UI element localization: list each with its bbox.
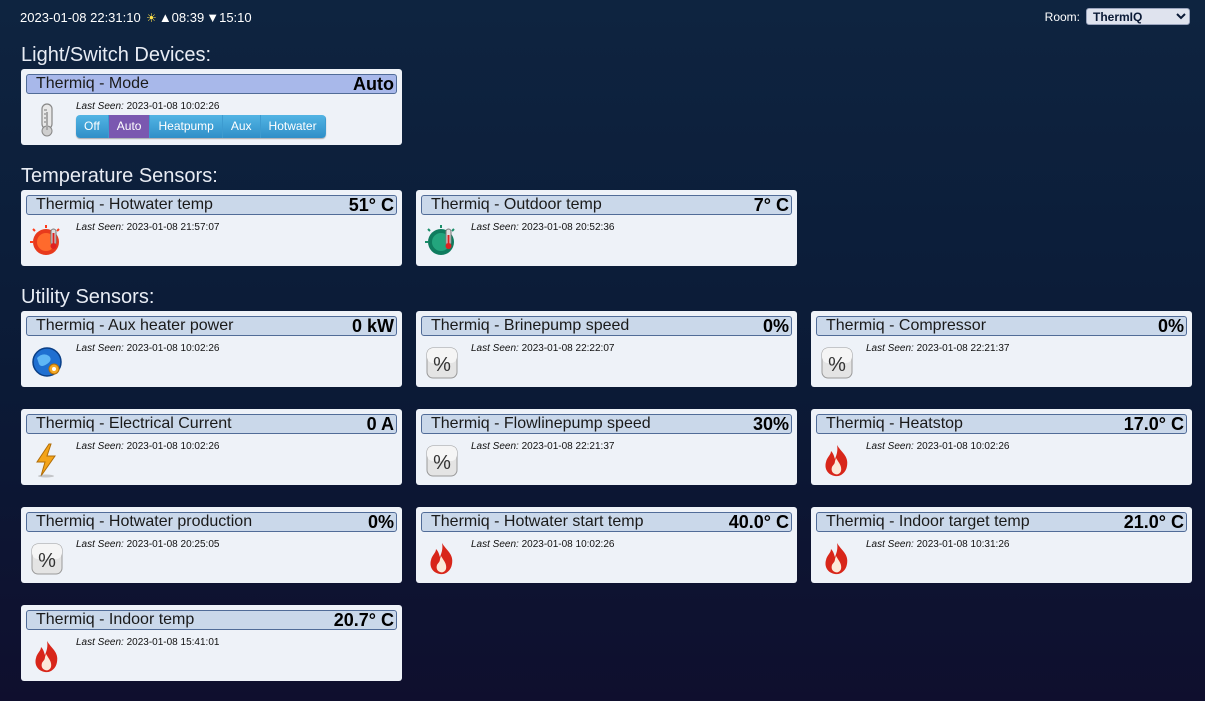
flame-icon <box>825 543 848 575</box>
sensor-card: Thermiq - Hotwater production 0%% Last See… <box>21 507 402 583</box>
room-select[interactable]: ThermIQ <box>1086 8 1190 25</box>
card-header: Thermiq - Electrical Current 0 A <box>26 414 397 434</box>
card-header: Thermiq - Hotwater start temp 40.0° C <box>421 512 792 532</box>
sensor-value: 51° C <box>348 194 394 215</box>
last-seen: Last Seen: 2023-01-08 20:25:05 <box>76 539 220 550</box>
last-seen: Last Seen: 2023-01-08 20:52:36 <box>471 222 615 233</box>
status-bar: 2023-01-08 22:31:10 ☀ ▲08:39 ▼15:10 <box>20 10 252 25</box>
last-seen: Last Seen: 2023-01-08 10:02:26 <box>76 441 220 452</box>
last-seen: Last Seen: 2023-01-08 15:41:01 <box>76 637 220 648</box>
flame-icon <box>35 641 58 673</box>
sensor-value: 0 kW <box>351 315 394 336</box>
room-selector: Room: ThermIQ <box>1045 8 1190 25</box>
sensor-card: Thermiq - Heatstop 17.0° C Last Seen: 2023… <box>811 409 1192 485</box>
last-seen: Last Seen: 2023-01-08 10:02:26 <box>76 101 220 112</box>
svg-text:%: % <box>38 550 56 572</box>
sensor-value: 20.7° C <box>333 609 394 630</box>
card-header: Thermiq - Flowlinepump speed 30% <box>421 414 792 434</box>
mode-button-group: Off Auto Heatpump Aux Hotwater <box>76 115 326 138</box>
sensor-name: Thermiq - Indoor temp <box>36 611 195 628</box>
flame-icon <box>430 543 453 575</box>
sensor-name: Thermiq - Outdoor temp <box>431 196 602 213</box>
room-label: Room: <box>1044 9 1080 24</box>
svg-text:%: % <box>433 354 451 376</box>
mode-off-button[interactable]: Off <box>76 115 109 138</box>
sensor-name: Thermiq - Hotwater production <box>36 513 253 530</box>
sun-icon: ☀ <box>142 10 157 25</box>
last-seen: Last Seen: 2023-01-08 21:57:07 <box>76 222 220 233</box>
svg-text:%: % <box>433 452 451 474</box>
cold-temp-icon <box>425 225 455 255</box>
sensor-value: 21.0° C <box>1123 511 1184 532</box>
globe-icon <box>32 347 62 377</box>
mode-aux-button[interactable]: Aux <box>222 115 261 138</box>
sensor-value: 40.0° C <box>728 511 789 532</box>
section-title-utility: Utility Sensors: <box>21 286 155 308</box>
card-header: Thermiq - Hotwater production 0% <box>26 512 397 532</box>
card-header: Thermiq - Mode Auto <box>26 74 397 94</box>
sunrise-time: ▲08:39 <box>158 10 205 25</box>
sensor-name: Thermiq - Hotwater start temp <box>431 513 644 530</box>
device-value: Auto <box>353 73 394 94</box>
card-header: Thermiq - Heatstop 17.0° C <box>816 414 1187 434</box>
card-header: Thermiq - Compressor 0% <box>816 316 1187 336</box>
sensor-card: Thermiq - Aux heater power 0 kW Last Seen:… <box>21 311 402 387</box>
percent-icon: % <box>31 543 63 575</box>
sensor-name: Thermiq - Aux heater power <box>36 317 234 334</box>
sensor-card: Thermiq - Hotwater start temp 40.0° C Last… <box>416 507 797 583</box>
current-datetime: 2023-01-08 22:31:10 <box>20 10 141 25</box>
last-seen: Last Seen: 2023-01-08 22:21:37 <box>471 441 615 452</box>
last-seen: Last Seen: 2023-01-08 10:02:26 <box>76 343 220 354</box>
card-header: Thermiq - Outdoor temp 7° C <box>421 195 792 215</box>
sensor-value: 0% <box>367 511 394 532</box>
device-card-mode: Thermiq - Mode Auto Last Seen: 2023-01-0… <box>21 69 402 145</box>
sensor-card: Thermiq - Brinepump speed 0%% Last Seen: 2… <box>416 311 797 387</box>
card-header: Thermiq - Indoor target temp 21.0° C <box>816 512 1187 532</box>
card-header: Thermiq - Hotwater temp 51° C <box>26 195 397 215</box>
sensor-name: Thermiq - Hotwater temp <box>36 196 213 213</box>
sensor-value: 17.0° C <box>1123 413 1184 434</box>
sensor-name: Thermiq - Indoor target temp <box>826 513 1030 530</box>
mode-auto-button[interactable]: Auto <box>108 115 151 138</box>
sensor-card: Thermiq - Compressor 0%% Last Seen: 2023-0… <box>811 311 1192 387</box>
thermometer-icon <box>41 103 53 137</box>
sensor-value: 7° C <box>753 194 789 215</box>
sensor-card: Thermiq - Indoor temp 20.7° C Last Seen: 2… <box>21 605 402 681</box>
last-seen: Last Seen: 2023-01-08 10:02:26 <box>471 539 615 550</box>
sensor-name: Thermiq - Brinepump speed <box>431 317 630 334</box>
section-title-light: Light/Switch Devices: <box>21 44 212 66</box>
last-seen: Last Seen: 2023-01-08 10:02:26 <box>866 441 1010 452</box>
sensor-value: 0 A <box>366 413 394 434</box>
sensor-name: Thermiq - Heatstop <box>826 415 963 432</box>
sensor-name: Thermiq - Electrical Current <box>36 415 232 432</box>
mode-heatpump-button[interactable]: Heatpump <box>150 115 223 138</box>
last-seen: Last Seen: 2023-01-08 22:22:07 <box>471 343 615 354</box>
last-seen: Last Seen: 2023-01-08 22:21:37 <box>866 343 1010 354</box>
percent-icon: % <box>821 347 853 379</box>
sensor-name: Thermiq - Flowlinepump speed <box>431 415 651 432</box>
percent-icon: % <box>426 445 458 477</box>
lightning-icon <box>36 443 56 478</box>
svg-text:%: % <box>828 354 846 376</box>
device-name: Thermiq - Mode <box>36 75 149 92</box>
card-header: Thermiq - Indoor temp 20.7° C <box>26 610 397 630</box>
sensor-value: 0% <box>762 315 789 336</box>
sensor-value: 0% <box>1157 315 1184 336</box>
sensor-card: Thermiq - Indoor target temp 21.0° C Last … <box>811 507 1192 583</box>
flame-icon <box>825 445 848 477</box>
sensor-card: Thermiq - Hotwater temp 51° C Last Seen:… <box>21 190 402 266</box>
section-title-temperature: Temperature Sensors: <box>21 165 218 187</box>
sensor-card: Thermiq - Electrical Current 0 A Last Seen… <box>21 409 402 485</box>
percent-icon: % <box>426 347 458 379</box>
sensor-card: Thermiq - Outdoor temp 7° C Last Seen: 2… <box>416 190 797 266</box>
card-header: Thermiq - Brinepump speed 0% <box>421 316 792 336</box>
sensor-value: 30% <box>752 413 789 434</box>
card-header: Thermiq - Aux heater power 0 kW <box>26 316 397 336</box>
sensor-card: Thermiq - Flowlinepump speed 30%% Last See… <box>416 409 797 485</box>
mode-hotwater-button[interactable]: Hotwater <box>260 115 326 138</box>
last-seen: Last Seen: 2023-01-08 10:31:26 <box>866 539 1010 550</box>
sensor-name: Thermiq - Compressor <box>826 317 987 334</box>
hot-temp-icon <box>30 225 60 255</box>
sunset-time: ▼15:10 <box>206 10 252 25</box>
